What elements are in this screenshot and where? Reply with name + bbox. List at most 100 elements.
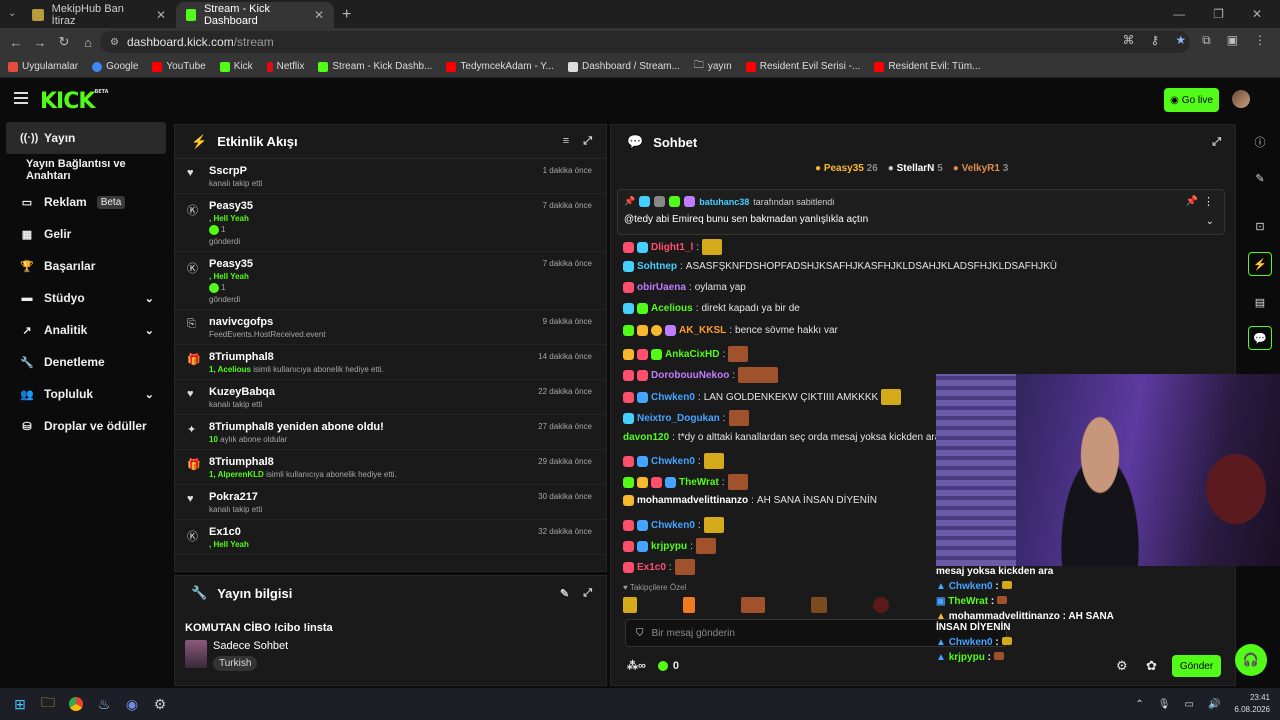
gold-medal-icon: ● bbox=[815, 163, 822, 174]
kick-icon: Ⓚ bbox=[187, 263, 198, 275]
heart-icon: ♥ bbox=[623, 583, 628, 592]
restore-icon[interactable]: ❐ bbox=[1213, 7, 1224, 21]
sidebar-item-analitik[interactable]: ↗ Analitik ⌄ bbox=[6, 314, 166, 346]
file-explorer-icon[interactable]: 🗀 bbox=[34, 688, 62, 720]
more-options-icon[interactable]: ⋮ bbox=[1203, 195, 1214, 208]
users-infinity-icon[interactable]: ⁂∞ bbox=[627, 659, 646, 672]
heart-icon: ♥ bbox=[187, 167, 194, 179]
menu-icon[interactable]: ⋮ bbox=[1254, 33, 1266, 48]
info-icon[interactable]: ⓘ bbox=[1248, 130, 1272, 154]
emote[interactable] bbox=[741, 597, 765, 613]
leader-entry[interactable]: ● Peasy35 26 bbox=[815, 163, 878, 174]
send-button[interactable]: Gönder bbox=[1172, 655, 1221, 677]
hamburger-menu-icon[interactable] bbox=[14, 92, 28, 104]
bookmark-netflix[interactable]: Netflix bbox=[266, 61, 304, 72]
sidebar-item-yayin[interactable]: ((·)) Yayın bbox=[6, 122, 166, 154]
forward-icon[interactable]: → bbox=[28, 35, 52, 50]
popout-icon[interactable]: ⤢ bbox=[1212, 136, 1221, 149]
popout-icon[interactable]: ⤢ bbox=[583, 135, 592, 148]
sidebar-item-topluluk[interactable]: 👥 Topluluk ⌄ bbox=[6, 378, 166, 410]
password-key-icon[interactable]: ⚷ bbox=[1151, 33, 1160, 48]
bookmark-youtube[interactable]: YouTube bbox=[152, 61, 206, 72]
sidebar-item-studyo[interactable]: ▬ Stüdyo ⌄ bbox=[6, 282, 166, 314]
clock[interactable]: 23:41 6.08.2026 bbox=[1234, 692, 1270, 716]
bookmark-apps[interactable]: Uygulamalar bbox=[8, 61, 78, 72]
tab-list-chevron-icon[interactable]: ⌄ bbox=[8, 8, 16, 19]
bookmark-stream-kick[interactable]: Stream - Kick Dashb... bbox=[318, 61, 432, 72]
chat-message: Chwken0: bbox=[623, 517, 724, 533]
site-settings-icon[interactable]: ⚙ bbox=[110, 37, 119, 48]
app-icon[interactable]: ⚙ bbox=[146, 688, 174, 720]
sidebar-item-gelir[interactable]: ▦ Gelir bbox=[6, 218, 166, 250]
stream-info-header: 🔧 Yayın bilgisi ✎ ⤢ bbox=[191, 585, 592, 601]
emote[interactable] bbox=[811, 597, 827, 613]
unpin-icon[interactable]: 📌 bbox=[1186, 196, 1198, 207]
home-icon[interactable]: ⌂ bbox=[76, 35, 100, 50]
chat-bubble-icon: 💬 bbox=[627, 134, 644, 149]
close-window-icon[interactable]: ✕ bbox=[1252, 7, 1262, 21]
sidebar-item-stream-key[interactable]: Yayın Bağlantısı ve Anahtarı bbox=[6, 154, 166, 186]
extensions-icon[interactable]: ⧉ bbox=[1202, 33, 1211, 48]
bookmark-dashboard[interactable]: Dashboard / Stream... bbox=[567, 61, 680, 72]
minimize-icon[interactable]: — bbox=[1173, 7, 1185, 21]
url-field[interactable]: ⚙ dashboard.kick.com/stream bbox=[100, 31, 1190, 53]
screen-capture-icon[interactable]: ⊡ bbox=[1248, 214, 1272, 238]
activity-lightning-icon[interactable]: ⚡ bbox=[1248, 252, 1272, 276]
kick-logo[interactable]: KICKBETA bbox=[40, 89, 109, 114]
tray-chevron-icon[interactable]: ⌃ bbox=[1135, 699, 1143, 710]
sidebar-item-droplar[interactable]: ⛁ Droplar ve ödüller bbox=[6, 410, 166, 442]
close-tab-icon[interactable]: ✕ bbox=[156, 8, 166, 22]
bookmark-star-icon[interactable]: ★ bbox=[1175, 33, 1186, 48]
badge-icon bbox=[637, 540, 648, 552]
bookmark-google[interactable]: Google bbox=[92, 61, 138, 72]
profile-icon[interactable]: ▣ bbox=[1227, 33, 1238, 48]
network-icon[interactable]: ▭ bbox=[1185, 699, 1194, 710]
tab-mekiphub[interactable]: MekipHub Ban İtiraz ✕ bbox=[22, 2, 176, 28]
badge-icon bbox=[651, 476, 662, 488]
edit-pencil-icon[interactable]: ✎ bbox=[1248, 166, 1272, 190]
heart-icon: ♥ bbox=[187, 388, 194, 400]
activity-feed-panel: ⚡ Etkinlik Akışı ≡ ⤢ ♥ SscrpP kanalı takip… bbox=[174, 124, 607, 572]
translate-icon[interactable]: ⌘ bbox=[1123, 33, 1135, 48]
leader-entry[interactable]: ● VelkyR1 3 bbox=[953, 163, 1009, 174]
close-tab-icon[interactable]: ✕ bbox=[314, 8, 324, 22]
wrench-icon: 🔧 bbox=[20, 356, 34, 369]
emote bbox=[996, 596, 1007, 604]
volume-icon[interactable]: 🔊 bbox=[1208, 699, 1220, 710]
discord-icon[interactable]: ◉ bbox=[118, 688, 146, 720]
emote[interactable] bbox=[873, 597, 889, 613]
edit-pencil-icon[interactable]: ✎ bbox=[560, 587, 569, 600]
back-icon[interactable]: ← bbox=[4, 35, 28, 50]
chevron-down-icon[interactable]: ⌄ bbox=[1206, 216, 1214, 227]
heart-icon: ♥ bbox=[187, 493, 194, 505]
emote[interactable] bbox=[623, 597, 637, 613]
tab-stream-dashboard[interactable]: Stream - Kick Dashboard ✕ bbox=[176, 2, 334, 28]
microphone-icon[interactable]: 🎙 bbox=[1158, 699, 1171, 710]
emote-picker-icon[interactable]: ✿ bbox=[1146, 658, 1157, 674]
windows-start-icon[interactable]: ⊞ bbox=[6, 688, 34, 720]
bookmark-kick[interactable]: Kick bbox=[219, 61, 253, 72]
shield-icon: ⛉ bbox=[636, 627, 644, 639]
document-icon[interactable]: ▤ bbox=[1248, 290, 1272, 314]
sidebar-item-reklam[interactable]: ▭ Reklam Beta bbox=[6, 186, 166, 218]
emote[interactable] bbox=[683, 597, 695, 613]
browser-tab-bar: ⌄ MekipHub Ban İtiraz ✕ Stream - Kick Da… bbox=[0, 0, 1280, 28]
steam-icon[interactable]: ♨ bbox=[90, 688, 118, 720]
sidebar-item-denetleme[interactable]: 🔧 Denetleme bbox=[6, 346, 166, 378]
chat-bubble-icon[interactable]: 💬 bbox=[1248, 326, 1272, 350]
reload-icon[interactable]: ↻ bbox=[52, 34, 76, 50]
leader-entry[interactable]: ● StellarN 5 bbox=[888, 163, 943, 174]
badge-icon bbox=[623, 369, 634, 381]
drops-icon: ⛁ bbox=[22, 420, 32, 433]
bookmark-yayin-folder[interactable]: 🗀 yayın bbox=[694, 58, 732, 75]
popout-icon[interactable]: ⤢ bbox=[583, 587, 592, 600]
bookmark-resident-evil-all[interactable]: Resident Evil: Tüm... bbox=[874, 61, 980, 72]
go-live-button[interactable]: ◉ Go live bbox=[1164, 88, 1219, 112]
filter-icon[interactable]: ≡ bbox=[563, 135, 569, 148]
chrome-icon[interactable] bbox=[62, 688, 90, 720]
bookmark-tedymcekadam[interactable]: TedymcekAdam - Y... bbox=[446, 61, 554, 72]
user-avatar[interactable] bbox=[1232, 90, 1250, 108]
bookmark-resident-evil-series[interactable]: Resident Evil Serisi -... bbox=[745, 61, 860, 72]
new-tab-icon[interactable]: + bbox=[334, 2, 359, 28]
sidebar-item-basarilar[interactable]: 🏆 Başarılar bbox=[6, 250, 166, 282]
